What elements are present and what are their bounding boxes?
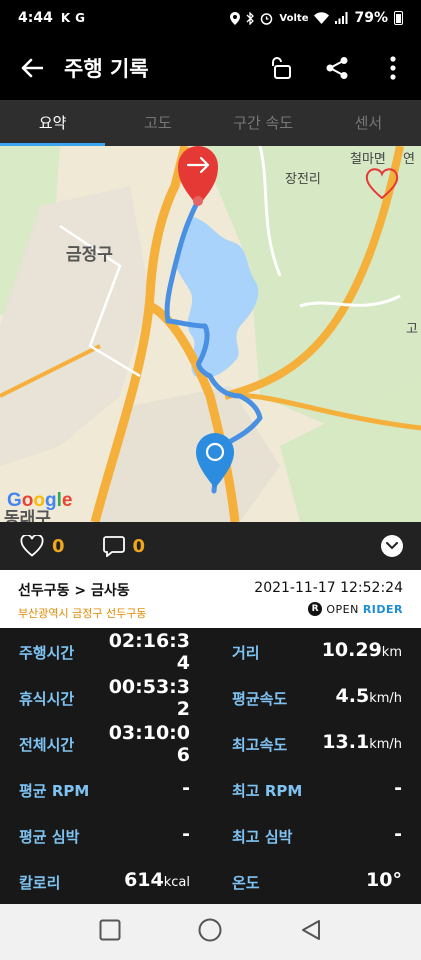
recents-button[interactable]: [99, 919, 121, 945]
distance-value: 10.29km: [321, 639, 402, 661]
battery-icon: [394, 11, 403, 25]
stats-row: 평균 RPM - 최고 RPM -: [0, 766, 421, 812]
route-map[interactable]: 금정구 철마면 연 장전리 고 동래구 Google: [0, 146, 421, 522]
avg-rpm-label: 평균 RPM: [19, 782, 90, 800]
stats-row: 전체시간 03:10:0 6 최고속도 13.1km/h: [0, 720, 421, 766]
notification-g-icon: G: [75, 11, 85, 25]
tab-segment-speed[interactable]: 구간 속도: [211, 100, 316, 146]
route-date: 2021-11-17 12:52:24: [254, 580, 403, 596]
rest-time-value: 00:53:3 2: [108, 676, 190, 720]
google-logo: Google: [7, 490, 73, 511]
map-label-cheolmamyeon: 철마면: [350, 152, 386, 167]
openrider-brand: R OPEN RIDER: [308, 602, 403, 616]
like-count: 0: [52, 535, 65, 557]
more-vertical-icon: [390, 56, 396, 80]
map-label-yeon: 연: [403, 152, 415, 167]
recents-icon: [99, 919, 121, 941]
tab-bar: 요약 고도 구간 속도 센서: [0, 100, 421, 146]
max-hr-value: -: [394, 823, 402, 845]
stats-row: 칼로리 614kcal 온도 10°: [0, 858, 421, 904]
expand-button[interactable]: [381, 535, 403, 557]
stats-row: 주행시간 02:16:3 4 거리 10.29km: [0, 628, 421, 674]
more-options-button[interactable]: [365, 56, 421, 80]
system-nav-bar: [0, 904, 421, 960]
stats-row: 평균 심박 - 최고 심박 -: [0, 812, 421, 858]
location-icon: [230, 11, 241, 25]
map-label-go: 고: [406, 322, 418, 337]
distance-label: 거리: [232, 644, 260, 662]
tab-summary[interactable]: 요약: [0, 100, 106, 146]
share-button[interactable]: [309, 56, 365, 80]
like-button[interactable]: 0: [20, 535, 65, 557]
avg-rpm-value: -: [182, 777, 190, 799]
avg-hr-value: -: [182, 823, 190, 845]
unlock-icon: [272, 57, 291, 79]
chevron-down-icon: [386, 542, 398, 550]
tab-elevation[interactable]: 고도: [105, 100, 210, 146]
temperature-label: 온도: [232, 874, 260, 892]
max-speed-label: 최고속도: [232, 736, 288, 754]
route-info: 선두구동 > 금사동 부산광역시 금정구 선두구동 2021-11-17 12:…: [0, 570, 421, 628]
status-bar: 4:44 K G Volte 79%: [0, 0, 421, 36]
brand-open: OPEN: [326, 602, 359, 616]
back-nav-button[interactable]: [300, 919, 322, 945]
battery-percentage: 79%: [354, 10, 388, 26]
social-bar: 0 0: [0, 522, 421, 570]
back-triangle-icon: [302, 920, 321, 940]
ride-time-label: 주행시간: [19, 644, 75, 662]
map-canvas: [0, 146, 421, 522]
avg-speed-label: 평균속도: [232, 690, 288, 708]
avg-speed-value: 4.5km/h: [335, 685, 402, 707]
max-rpm-value: -: [394, 777, 402, 799]
total-time-label: 전체시간: [19, 736, 75, 754]
map-label-jangjeonri: 장전리: [285, 172, 321, 187]
status-time: 4:44: [18, 10, 53, 26]
alarm-icon: [261, 12, 273, 25]
lock-button[interactable]: [253, 56, 309, 80]
comment-icon: [102, 536, 125, 557]
heart-outline-icon: [20, 535, 44, 557]
ride-time-value: 02:16:3 4: [108, 630, 190, 674]
volte-icon: Volte: [279, 12, 309, 24]
total-time-value: 03:10:0 6: [108, 722, 190, 766]
comment-count: 0: [132, 535, 146, 557]
map-label-district: 금정구: [66, 245, 113, 265]
home-button[interactable]: [198, 918, 222, 946]
wifi-icon: [314, 12, 330, 24]
stats-panel: 주행시간 02:16:3 4 거리 10.29km 휴식시간 00:53:3 2 평…: [0, 628, 421, 904]
end-point: [193, 196, 203, 206]
rest-time-label: 휴식시간: [19, 690, 75, 708]
stats-row: 휴식시간 00:53:3 2 평균속도 4.5km/h: [0, 674, 421, 720]
calories-label: 칼로리: [19, 874, 61, 892]
notification-k-icon: K: [60, 11, 71, 25]
brand-rider: RIDER: [362, 602, 403, 616]
avg-hr-label: 평균 심박: [19, 828, 80, 846]
share-icon: [326, 57, 348, 79]
app-bar: 주행 기록: [0, 36, 421, 100]
page-title: 주행 기록: [64, 57, 149, 81]
comment-button[interactable]: 0: [102, 535, 146, 557]
bluetooth-icon: [246, 11, 255, 25]
home-icon: [198, 918, 222, 942]
status-right-icons: Volte 79%: [230, 10, 403, 26]
signal-icon: [335, 12, 348, 24]
temperature-value: 10°: [366, 869, 402, 891]
status-left-indicators: K G: [61, 11, 85, 25]
openrider-logo-icon: R: [308, 602, 323, 616]
tab-sensor[interactable]: 센서: [316, 100, 421, 146]
calories-value: 614kcal: [124, 869, 190, 891]
back-arrow-icon: [21, 58, 43, 78]
back-button[interactable]: [0, 58, 64, 78]
max-speed-value: 13.1km/h: [322, 731, 402, 753]
